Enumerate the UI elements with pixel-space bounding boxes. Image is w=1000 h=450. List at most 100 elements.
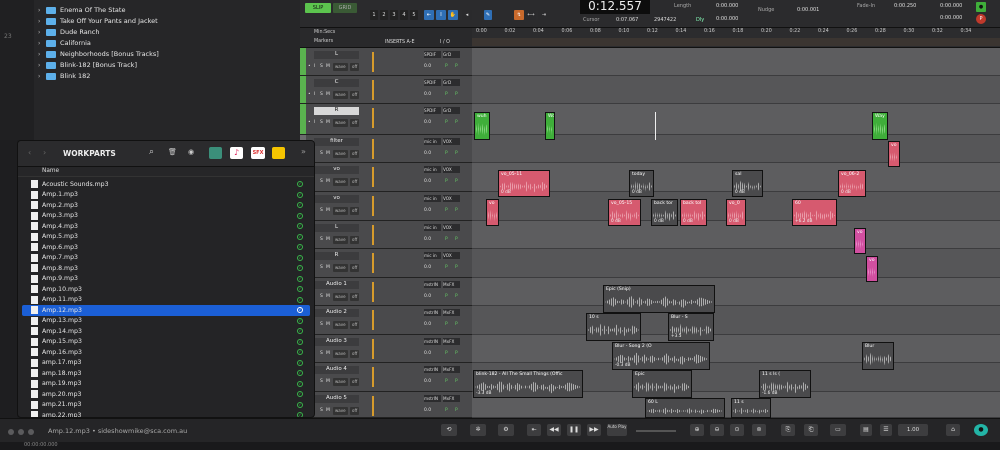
mute-button[interactable]: M [326, 351, 330, 356]
list-item[interactable]: Amp.7.mp3 ✓ [22, 253, 310, 264]
record-enable-icon[interactable]: • [308, 64, 311, 69]
input-button[interactable]: I [314, 92, 315, 97]
pan-value[interactable]: P [445, 379, 448, 384]
automation-selector[interactable]: off [350, 91, 360, 99]
pan-value-right[interactable]: P [455, 208, 458, 213]
solo-button[interactable]: S [320, 179, 323, 184]
mute-button[interactable]: M [326, 208, 330, 213]
track-name[interactable]: L [314, 224, 359, 232]
chevron-right-icon[interactable]: › [38, 62, 46, 69]
pan-value[interactable]: P [445, 208, 448, 213]
pause-icon[interactable]: ❚❚ [567, 424, 581, 436]
output-selector[interactable]: MxFX [443, 338, 460, 345]
marker-lane[interactable] [472, 38, 1000, 46]
zoom-out-icon[interactable]: ⊖ [710, 424, 724, 436]
input-selector[interactable]: SPDIF [424, 107, 441, 114]
view-selector[interactable]: wave [333, 407, 348, 415]
zoom-in-icon[interactable]: ⊕ [690, 424, 704, 436]
forward-icon[interactable]: › [43, 148, 46, 157]
track-row[interactable]: Audio 3•ISMwaveoffmstrINMxFX0.0PP [300, 335, 472, 363]
track-lane[interactable] [472, 249, 1000, 278]
eye-icon[interactable]: ◉ [188, 148, 194, 156]
list-item[interactable]: amp.22.mp3 ✓ [22, 410, 310, 417]
pan-value-right[interactable]: P [455, 151, 458, 156]
list-item[interactable]: Amp.12.mp3 ✓ [22, 305, 310, 316]
pan-value[interactable]: P [445, 179, 448, 184]
list-item[interactable]: Acoustic Sounds.mp3 ✓ [22, 179, 310, 190]
mute-button[interactable]: M [326, 64, 330, 69]
window-close-dot[interactable] [8, 429, 14, 435]
automation-selector[interactable]: off [350, 119, 360, 127]
audio-clip[interactable]: Epic (Snip) [603, 285, 715, 313]
search-icon[interactable]: ⌕ [149, 147, 154, 157]
edit-timeline[interactable]: wuh Wo Way vo vo_05-11 0 dB today 0 dB sal 0 dB vo… [472, 48, 1000, 418]
view-selector[interactable]: wave [333, 293, 348, 301]
track-name[interactable]: Audio 1 [314, 281, 359, 289]
output-selector[interactable]: GrD [443, 107, 460, 114]
list-item[interactable]: Amp.3.mp3 ✓ [22, 211, 310, 222]
volume-value[interactable]: 0.0 [424, 92, 431, 97]
view-selector[interactable]: wave [333, 91, 348, 99]
volume-value[interactable]: 0.0 [424, 322, 431, 327]
chevron-right-icon[interactable]: › [38, 18, 46, 25]
input-selector[interactable]: mstrIN [424, 281, 441, 288]
zoom-value-field[interactable]: 1.00 [898, 424, 928, 436]
tool-tab-icon[interactable]: ⇥ [538, 10, 550, 20]
pan-value-right[interactable]: P [455, 265, 458, 270]
folder-row[interactable]: › California [0, 38, 300, 48]
track-lane[interactable] [472, 48, 1000, 76]
pan-value-right[interactable]: P [455, 120, 458, 125]
track-row[interactable]: R•ISMwaveoffmic inVOX0.0PP [300, 249, 472, 278]
track-row[interactable]: R • I S Mwave off SPDIF GrD 0.0 P P [300, 104, 472, 135]
audio-clip[interactable]: 10 s [586, 313, 641, 341]
volume-value[interactable]: 0.0 [424, 351, 431, 356]
solo-button[interactable]: S [320, 379, 323, 384]
solo-button[interactable]: S [320, 151, 323, 156]
solo-button[interactable]: S [320, 92, 323, 97]
folder-row[interactable]: › Blink 182 [0, 71, 300, 81]
solo-button[interactable]: S [320, 237, 323, 242]
tool-scrub-icon[interactable]: ◂ [462, 10, 472, 20]
tool-smart-icon[interactable]: ↯ [514, 10, 524, 20]
zoom-preset-3[interactable]: 3 [390, 10, 398, 20]
audio-clip[interactable]: vo [888, 141, 900, 167]
pan-value[interactable]: P [445, 120, 448, 125]
zoom-preset-2[interactable]: 2 [380, 10, 388, 20]
track-row[interactable]: vo•ISMwaveoffmic inVOX0.0PP [300, 192, 472, 221]
input-button[interactable]: I [314, 64, 315, 69]
chevron-right-icon[interactable]: › [38, 7, 46, 14]
record-enable-icon[interactable]: • [308, 92, 311, 97]
audio-clip[interactable]: vo [866, 256, 878, 282]
folder-row[interactable]: › Enema Of The State [0, 5, 300, 15]
mute-button[interactable]: M [326, 265, 330, 270]
automation-selector[interactable]: off [350, 207, 360, 215]
mute-button[interactable]: M [326, 294, 330, 299]
app-b-icon[interactable] [272, 147, 285, 159]
audio-clip[interactable]: 11 s ls (-1.6 dB [759, 370, 811, 398]
list-item[interactable]: amp.18.mp3 ✓ [22, 368, 310, 379]
view-selector[interactable]: wave [333, 378, 348, 386]
track-lane[interactable] [472, 278, 1000, 306]
solo-button[interactable]: S [320, 351, 323, 356]
pan-value-right[interactable]: P [455, 379, 458, 384]
track-row[interactable]: Audio 2•ISMwaveoffmstrINMxFX0.0PP [300, 306, 472, 335]
mute-button[interactable]: M [326, 120, 330, 125]
automation-selector[interactable]: off [350, 293, 360, 301]
panel-icon[interactable]: ▤ [860, 424, 872, 436]
input-selector[interactable]: mstrIN [424, 309, 441, 316]
output-selector[interactable]: MxFX [443, 395, 460, 402]
slip-mode-button[interactable]: SLIP [305, 3, 331, 13]
list-item[interactable]: Amp.2.mp3 ✓ [22, 200, 310, 211]
list-item[interactable]: Amp.11.mp3 ✓ [22, 295, 310, 306]
track-name[interactable]: filter [314, 138, 359, 146]
chevron-right-icon[interactable]: › [38, 51, 46, 58]
audio-clip[interactable]: vo_05-15 0 dB [608, 199, 641, 226]
audio-clip[interactable]: blink-182 - All The Small Things (Offic -… [473, 370, 583, 398]
solo-button[interactable]: S [320, 120, 323, 125]
zoom-preset-1[interactable]: 1 [370, 10, 378, 20]
mute-button[interactable]: M [326, 237, 330, 242]
chevron-right-icon[interactable]: › [38, 40, 46, 47]
input-selector[interactable]: mic in [424, 138, 441, 145]
trash-icon[interactable]: 🗑 [168, 148, 177, 156]
audio-clip[interactable]: vo_05-11 0 dB [498, 170, 550, 197]
